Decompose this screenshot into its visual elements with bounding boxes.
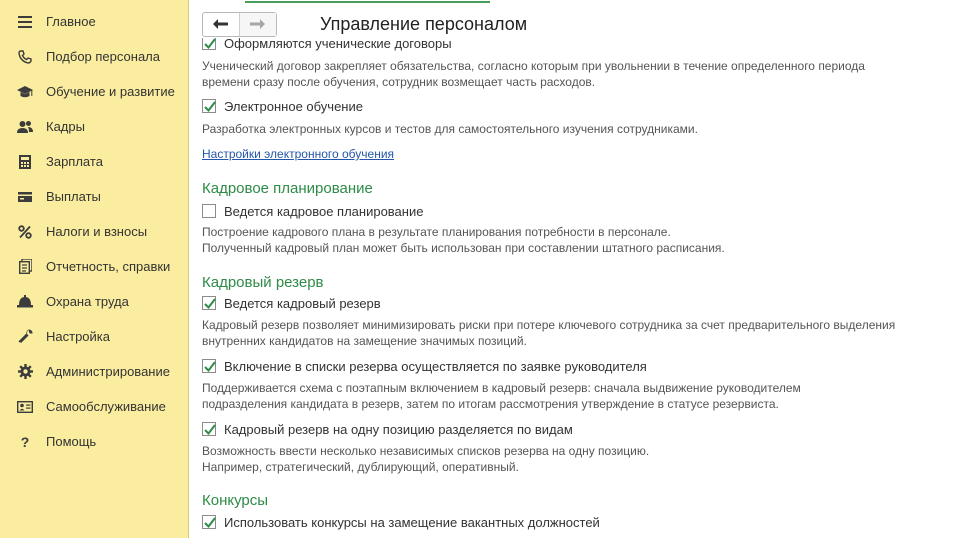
sidebar-item-label: Главное: [46, 14, 96, 29]
sidebar-item-label: Зарплата: [46, 154, 103, 169]
section-title-contests: Конкурсы: [202, 492, 269, 509]
sidebar-item-label: Помощь: [46, 434, 97, 449]
people-icon: [17, 119, 33, 135]
planning-description-line-2: Полученный кадровый план может быть испо…: [202, 241, 725, 255]
question-icon: ?: [17, 434, 33, 450]
reserve-by-types-checkbox[interactable]: [202, 422, 216, 436]
student-contracts-checkbox[interactable]: [202, 38, 216, 50]
window-tab-strip: [190, 0, 978, 4]
reserve-by-request-label: Включение в списки резерва осуществляетс…: [224, 358, 647, 374]
reserve-by-request-description-line-1: Поддерживается схема с поэтапным включен…: [202, 381, 801, 395]
reserve-checkbox-row[interactable]: Ведется кадровый резерв: [202, 295, 381, 311]
planning-checkbox-row[interactable]: Ведется кадровое планирование: [202, 203, 423, 219]
reserve-description-line-1: Кадровый резерв позволяет минимизировать…: [202, 318, 896, 332]
hard-hat-icon: [17, 294, 33, 310]
sidebar-item-salary[interactable]: Зарплата: [0, 144, 189, 179]
phone-icon: [17, 49, 33, 65]
sidebar-item-settings[interactable]: Настройка: [0, 319, 189, 354]
sidebar-item-reports[interactable]: Отчетность, справки: [0, 249, 189, 284]
elearning-settings-link[interactable]: Настройки электронного обучения: [202, 147, 394, 161]
gear-icon: [17, 364, 33, 380]
sidebar-item-help[interactable]: ? Помощь: [0, 424, 189, 459]
sidebar-item-label: Подбор персонала: [46, 49, 160, 64]
sidebar-item-label: Администрирование: [46, 364, 170, 379]
student-contracts-label: Оформляются ученические договоры: [224, 38, 452, 51]
section-title-reserve: Кадровый резерв: [202, 274, 324, 291]
sidebar-item-self-service[interactable]: Самообслуживание: [0, 389, 189, 424]
reports-icon: [17, 259, 33, 275]
id-card-icon: [17, 399, 33, 415]
contests-checkbox[interactable]: [202, 515, 216, 529]
wrench-icon: [17, 329, 33, 345]
elearning-label: Электронное обучение: [224, 98, 363, 114]
percent-icon: [17, 224, 33, 240]
back-button[interactable]: [203, 13, 240, 36]
calculator-icon: [17, 154, 33, 170]
reserve-by-types-description-line-2: Например, стратегический, дублирующий, о…: [202, 460, 519, 474]
sidebar-item-training[interactable]: Обучение и развитие: [0, 74, 189, 109]
reserve-label: Ведется кадровый резерв: [224, 295, 381, 311]
settings-content: Оформляются ученические договоры Учениче…: [190, 38, 978, 538]
sidebar-item-recruitment[interactable]: Подбор персонала: [0, 39, 189, 74]
arrow-left-icon: [213, 16, 229, 34]
reserve-by-request-checkbox[interactable]: [202, 359, 216, 373]
planning-label: Ведется кадровое планирование: [224, 203, 424, 219]
menu-icon: [17, 14, 33, 30]
sidebar-item-label: Обучение и развитие: [46, 84, 175, 99]
student-contracts-checkbox-row[interactable]: Оформляются ученические договоры: [202, 38, 452, 51]
sidebar-item-payments[interactable]: Выплаты: [0, 179, 189, 214]
sidebar-item-taxes[interactable]: Налоги и взносы: [0, 214, 189, 249]
elearning-checkbox[interactable]: [202, 99, 216, 113]
planning-checkbox[interactable]: [202, 204, 216, 218]
student-contracts-description-line-2: времени сразу после обучения, сотрудник …: [202, 75, 596, 89]
sidebar-item-personnel[interactable]: Кадры: [0, 109, 189, 144]
reserve-by-types-description-line-1: Возможность ввести несколько независимых…: [202, 444, 650, 458]
forward-button[interactable]: [239, 13, 276, 36]
sidebar-item-administration[interactable]: Администрирование: [0, 354, 189, 389]
sidebar-item-label: Налоги и взносы: [46, 224, 148, 239]
sidebar-item-label: Отчетность, справки: [46, 259, 171, 274]
wallet-icon: [17, 189, 33, 205]
active-tab-indicator: [245, 0, 490, 3]
sidebar-item-labor-safety[interactable]: Охрана труда: [0, 284, 189, 319]
sidebar-item-main[interactable]: Главное: [0, 4, 189, 39]
reserve-description-line-2: внутренних кандидатов на замещение значи…: [202, 334, 527, 348]
student-contracts-description-line-1: Ученический договор закрепляет обязатель…: [202, 59, 865, 73]
reserve-by-types-checkbox-row[interactable]: Кадровый резерв на одну позицию разделяе…: [202, 421, 573, 437]
sidebar-item-label: Охрана труда: [46, 294, 129, 309]
contests-label: Использовать конкурсы на замещение вакан…: [224, 514, 600, 530]
graduation-cap-icon: [17, 84, 33, 100]
elearning-checkbox-row[interactable]: Электронное обучение: [202, 98, 363, 114]
reserve-by-request-description-line-2: подразделения кандидата в резерв, затем …: [202, 397, 779, 411]
contests-checkbox-row[interactable]: Использовать конкурсы на замещение вакан…: [202, 514, 600, 530]
sidebar-item-label: Кадры: [46, 119, 85, 134]
reserve-checkbox[interactable]: [202, 296, 216, 310]
page-title: Управление персоналом: [320, 14, 528, 34]
reserve-by-types-label: Кадровый резерв на одну позицию разделяе…: [224, 421, 573, 437]
sidebar-item-label: Выплаты: [46, 189, 101, 204]
reserve-by-request-checkbox-row[interactable]: Включение в списки резерва осуществляетс…: [202, 358, 647, 374]
sidebar: Главное Подбор персонала Обучение и разв…: [0, 0, 189, 538]
section-title-planning: Кадровое планирование: [202, 180, 373, 197]
arrow-right-icon: [250, 16, 266, 34]
svg-text:?: ?: [21, 435, 30, 449]
planning-description-line-1: Построение кадрового плана в результате …: [202, 225, 671, 239]
sidebar-item-label: Самообслуживание: [46, 399, 166, 414]
elearning-description: Разработка электронных курсов и тестов д…: [202, 122, 698, 136]
navigation-buttons: [202, 12, 277, 37]
sidebar-item-label: Настройка: [46, 329, 110, 344]
